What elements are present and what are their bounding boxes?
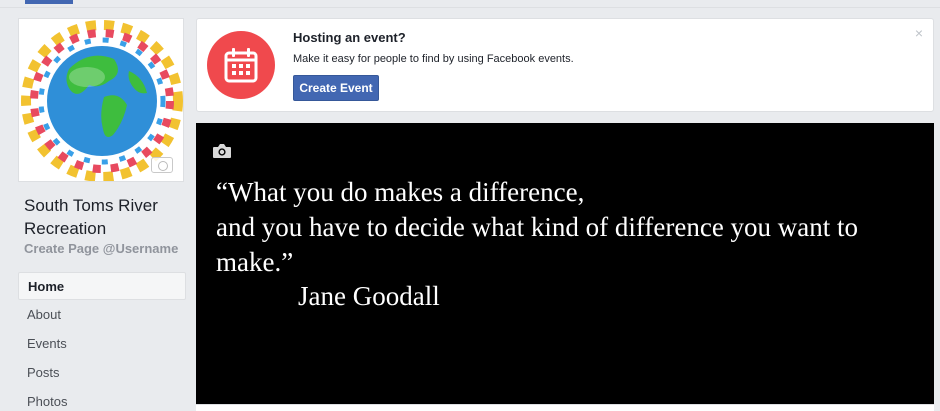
nav-item-photos[interactable]: Photos	[18, 388, 186, 411]
nav-item-home[interactable]: Home	[18, 272, 186, 300]
page-navigation: Home About Events Posts Photos	[18, 272, 186, 411]
update-photo-camera-icon[interactable]	[151, 157, 173, 173]
quote-author: Jane Goodall	[298, 281, 440, 311]
nav-item-events[interactable]: Events	[18, 330, 186, 358]
page-title[interactable]: South Toms River Recreation	[18, 194, 178, 240]
content-divider	[196, 404, 934, 411]
hosting-event-prompt: Hosting an event? Make it easy for peopl…	[196, 18, 934, 112]
nav-item-about[interactable]: About	[18, 301, 186, 329]
camera-icon[interactable]	[212, 143, 232, 164]
event-prompt-description: Make it easy for people to find by using…	[293, 53, 574, 65]
cover-quote: “What you do makes a difference, and you…	[216, 175, 926, 280]
calendar-icon	[207, 31, 275, 99]
event-prompt-title: Hosting an event?	[293, 30, 406, 45]
quote-line: “What you do makes a difference,	[216, 177, 585, 207]
quote-line: and you have to decide what kind of diff…	[216, 212, 859, 277]
cover-photo[interactable]: “What you do makes a difference, and you…	[196, 123, 934, 404]
page-sidebar: South Toms River Recreation Create Page …	[18, 18, 186, 411]
profile-picture[interactable]	[18, 18, 184, 182]
top-navigation-strip	[0, 0, 940, 8]
close-icon[interactable]: ×	[915, 25, 923, 41]
create-username-link[interactable]: Create Page @Username	[18, 240, 186, 258]
create-event-button[interactable]: Create Event	[293, 75, 379, 101]
active-tab-indicator	[25, 0, 73, 4]
nav-item-posts[interactable]: Posts	[18, 359, 186, 387]
